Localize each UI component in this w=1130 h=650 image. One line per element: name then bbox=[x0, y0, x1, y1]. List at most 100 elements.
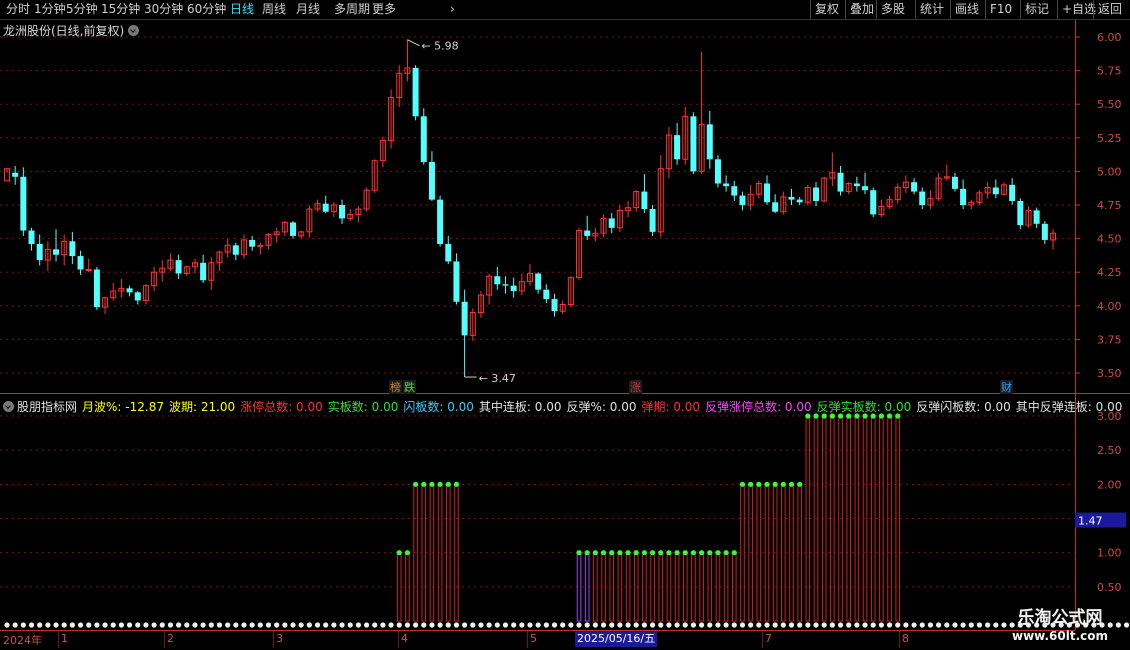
chevron-down-icon[interactable] bbox=[3, 401, 14, 412]
chart-area[interactable]: 6.00 5.75 5.50 5.25 5.00 4.75 4.50 4.25 4.00 3.75… bbox=[0, 0, 1130, 650]
high-price-label: ← 5.98 bbox=[421, 40, 458, 53]
baseline-dot bbox=[699, 622, 705, 628]
event-marker-text: 榜 bbox=[390, 380, 401, 394]
indicator-field-10: 反弹闪板数: 0.00 bbox=[916, 400, 1011, 414]
event-marker-3[interactable]: 财 bbox=[1000, 380, 1013, 394]
event-marker-2[interactable]: 涨 bbox=[629, 380, 642, 394]
indicator-dot bbox=[445, 481, 451, 487]
baseline-dot bbox=[37, 622, 43, 628]
baseline-dot bbox=[372, 622, 378, 628]
baseline-dot bbox=[788, 622, 795, 628]
indicator-bar bbox=[650, 552, 655, 622]
indicator-tick-label: 2.00 bbox=[1097, 478, 1122, 491]
baseline-dot bbox=[363, 622, 370, 628]
candle-body bbox=[853, 183, 860, 187]
month-divider bbox=[273, 631, 274, 648]
indicator-dot bbox=[658, 550, 664, 556]
baseline-dot bbox=[560, 622, 566, 628]
candle-body bbox=[813, 187, 820, 201]
price-tick-label: 4.75 bbox=[1097, 199, 1122, 212]
month-label-3: 4 bbox=[401, 632, 408, 645]
indicator-dot bbox=[666, 550, 672, 556]
baseline-dot bbox=[960, 622, 966, 628]
baseline-dot bbox=[935, 622, 942, 628]
baseline-dot bbox=[854, 622, 860, 628]
current-value-label: 1.47 bbox=[1078, 515, 1103, 528]
candle-body bbox=[53, 249, 60, 255]
baseline-dot bbox=[731, 622, 737, 628]
indicator-legend[interactable]: 股朋指标网 月波%: -12.87 波期: 21.00 涨停总数: 0.00 实板数: … bbox=[3, 398, 1127, 415]
indicator-dot bbox=[715, 550, 721, 556]
date-axis: 2024年 1 2 3 4 5 7 8 2025/05/16/五 bbox=[0, 631, 1075, 648]
price-tick-label: 5.00 bbox=[1097, 165, 1122, 178]
candle-body bbox=[690, 116, 697, 172]
baseline-dot bbox=[462, 622, 468, 628]
baseline-dot bbox=[927, 622, 934, 628]
baseline-dot bbox=[870, 622, 876, 628]
indicator-dot bbox=[699, 550, 705, 556]
indicator-field-6: 反弹%: 0.00 bbox=[566, 400, 637, 414]
indicator-dot bbox=[649, 550, 656, 556]
indicator-dot bbox=[576, 550, 582, 556]
baseline-dot bbox=[911, 622, 917, 628]
candle-body bbox=[1009, 184, 1016, 201]
year-label: 2024年 bbox=[3, 634, 42, 647]
price-tick-label: 5.75 bbox=[1097, 65, 1122, 78]
indicator-dot bbox=[617, 550, 623, 556]
baseline-dot bbox=[690, 622, 697, 628]
candle-body bbox=[960, 188, 967, 205]
indicator-dot bbox=[748, 481, 754, 487]
baseline-dot bbox=[707, 622, 713, 628]
candle-body bbox=[232, 245, 239, 255]
indicator-bar bbox=[805, 415, 811, 622]
indicator-dot bbox=[600, 550, 607, 556]
baseline-dot bbox=[878, 622, 884, 628]
candle-body bbox=[862, 186, 869, 191]
baseline-dot bbox=[666, 622, 672, 628]
indicator-dot bbox=[625, 550, 631, 556]
candle-body bbox=[723, 183, 730, 187]
baseline-dot bbox=[159, 622, 165, 628]
baseline-dot bbox=[886, 622, 893, 628]
candle-body bbox=[28, 230, 35, 244]
candle-body bbox=[714, 159, 721, 184]
baseline-dot bbox=[404, 622, 411, 628]
event-marker-1[interactable]: 跌 bbox=[403, 380, 416, 394]
candle-body bbox=[249, 239, 256, 247]
indicator-dot bbox=[609, 550, 615, 556]
baseline-dot bbox=[233, 622, 239, 628]
baseline-dot bbox=[576, 622, 582, 628]
candle-body bbox=[674, 135, 681, 160]
candle-body bbox=[608, 218, 615, 228]
candle-body bbox=[445, 243, 452, 262]
candle-body bbox=[1033, 210, 1040, 224]
baseline-dot bbox=[265, 622, 272, 628]
event-marker-0[interactable]: 榜 bbox=[389, 380, 402, 394]
indicator-dot bbox=[772, 481, 778, 487]
indicator-dot bbox=[396, 550, 402, 556]
candle-body bbox=[36, 243, 43, 261]
candle-body bbox=[322, 203, 329, 212]
baseline-dot bbox=[53, 622, 59, 628]
candle-body bbox=[951, 176, 958, 189]
baseline-dot bbox=[764, 622, 770, 628]
baseline-dot bbox=[282, 622, 288, 628]
baseline-dot bbox=[355, 622, 361, 628]
baseline-dot bbox=[519, 622, 525, 628]
baseline-dot bbox=[772, 622, 778, 628]
candle-body bbox=[437, 199, 444, 244]
baseline-dot bbox=[494, 622, 500, 628]
extreme-leader bbox=[407, 39, 420, 47]
candle-body bbox=[134, 292, 141, 301]
indicator-dot bbox=[756, 481, 762, 487]
indicator-field-3: 实板数: 0.00 bbox=[327, 400, 399, 414]
watermark-url: www.60lt.com bbox=[1011, 629, 1109, 643]
month-label-0: 1 bbox=[61, 632, 68, 645]
baseline-dot bbox=[110, 622, 116, 628]
month-divider bbox=[762, 631, 763, 648]
cursor-date-label: 2025/05/16/五 bbox=[575, 631, 658, 647]
indicator-bar bbox=[715, 552, 721, 622]
baseline-dot bbox=[143, 622, 149, 628]
indicator-dot bbox=[592, 550, 598, 556]
baseline-dot bbox=[94, 622, 100, 628]
